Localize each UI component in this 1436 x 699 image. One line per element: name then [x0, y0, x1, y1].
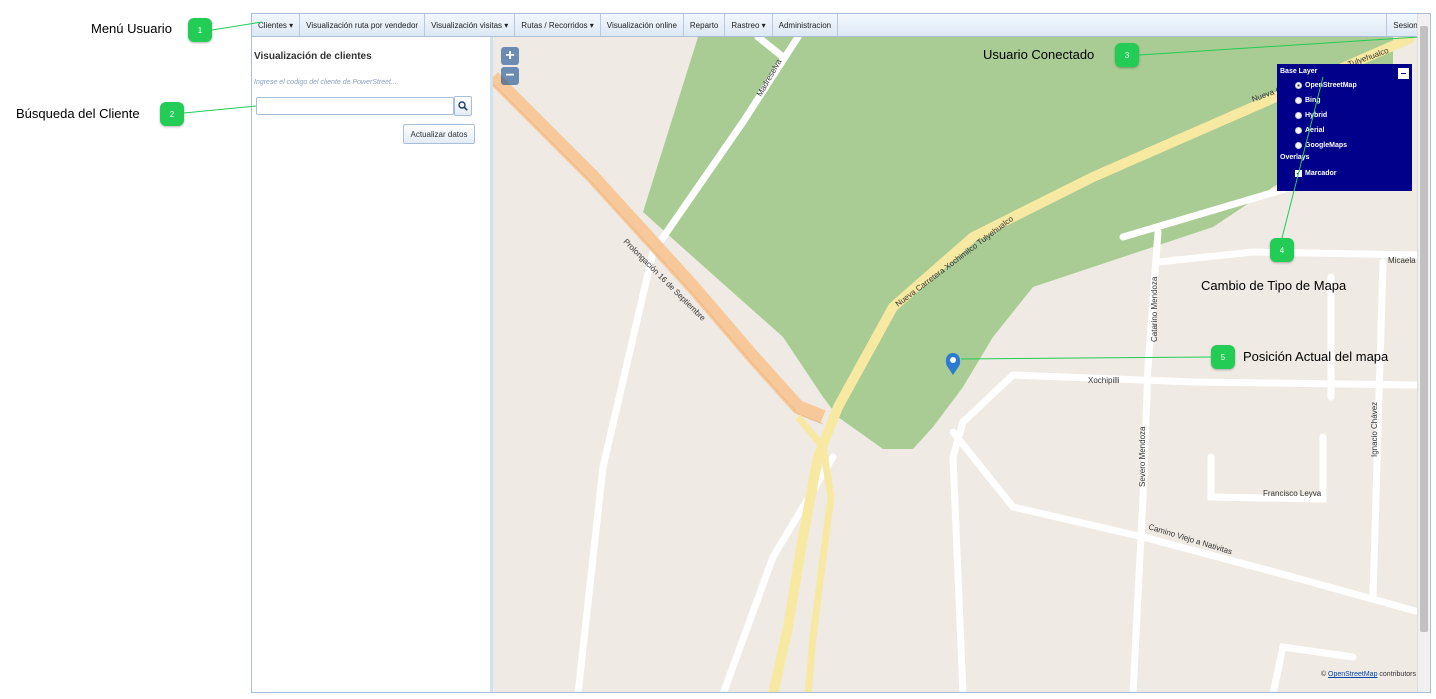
road-loop-left: [949, 371, 1017, 692]
label-xochipilli: Xochipilli: [1088, 376, 1120, 385]
road-bottom: [1269, 643, 1357, 692]
layer-label: Bing: [1305, 97, 1321, 104]
layer-label: GoogleMaps: [1305, 142, 1348, 149]
callout-badge-3: 3: [1115, 43, 1139, 67]
radio-icon[interactable]: [1295, 97, 1302, 104]
menu-ruta-vendedor[interactable]: Visualización ruta por vendedor: [300, 14, 426, 36]
layer-option-googlemaps[interactable]: GoogleMaps: [1295, 142, 1347, 149]
layer-option-bing[interactable]: Bing: [1295, 97, 1321, 104]
client-search-input[interactable]: [256, 97, 454, 115]
layer-option-aerial[interactable]: Aerial: [1295, 127, 1324, 134]
callout-menu-usuario: Menú Usuario: [91, 21, 172, 36]
layer-switcher: Base Layer OpenStreetMap Bing Hybrid Aer…: [1277, 64, 1412, 191]
road-xochipilli: [1009, 371, 1418, 389]
base-layer-title: Base Layer: [1280, 68, 1318, 75]
menu-rastreo[interactable]: Rastreo ▾: [725, 14, 773, 36]
zoom-out-button[interactable]: −: [501, 67, 519, 85]
radio-icon[interactable]: [1295, 112, 1302, 119]
search-hint: Ingrese el codigo del cliente de PowerSt…: [254, 79, 397, 86]
label-ignacio: Ignacio Chávez: [1370, 402, 1379, 457]
zoom-in-button[interactable]: +: [501, 47, 519, 65]
layer-label: Aerial: [1305, 127, 1325, 134]
callout-badge-4: 4: [1270, 238, 1294, 262]
layer-option-openstreetmap[interactable]: OpenStreetMap: [1295, 82, 1357, 89]
layer-label: OpenStreetMap: [1305, 82, 1357, 89]
overlays-title: Overlays: [1280, 154, 1310, 161]
menu-rutas-recorridos[interactable]: Rutas / Recorridos ▾: [515, 14, 601, 36]
menu-administracion[interactable]: Administracion: [773, 14, 839, 36]
callout-usuario-conectado: Usuario Conectado: [983, 47, 1095, 62]
callout-posicion-mapa: Posición Actual del mapa: [1243, 349, 1389, 364]
search-button[interactable]: [454, 96, 472, 116]
label-catarino: Catarino Mendoza: [1150, 276, 1159, 342]
radio-icon[interactable]: [1295, 127, 1302, 134]
search-icon: [458, 101, 468, 111]
app-window: Clientes ▾ Visualización ruta por vended…: [251, 13, 1431, 693]
menu-visualizacion-online[interactable]: Visualización online: [601, 14, 684, 36]
vertical-scrollbar[interactable]: [1417, 14, 1430, 692]
sidebar: Visualización de clientes Ingrese el cod…: [252, 37, 491, 692]
minimize-icon[interactable]: [1398, 68, 1409, 79]
refresh-button[interactable]: Actualizar datos: [403, 124, 475, 144]
layer-option-hybrid[interactable]: Hybrid: [1295, 112, 1327, 119]
menu-spacer: [838, 14, 1386, 36]
main-menu: Clientes ▾ Visualización ruta por vended…: [252, 14, 1430, 37]
label-micaela: Micaela: [1388, 256, 1416, 265]
overlay-label: Marcador: [1305, 170, 1337, 177]
menu-clientes[interactable]: Clientes ▾: [252, 14, 301, 36]
label-severo: Severo Mendoza: [1138, 426, 1147, 487]
callout-cambio-mapa: Cambio de Tipo de Mapa: [1201, 278, 1347, 293]
sidebar-title: Visualización de clientes: [254, 51, 372, 62]
callout-badge-5: 5: [1211, 345, 1235, 369]
road-camino-viejo: [949, 428, 1418, 616]
layer-label: Hybrid: [1305, 112, 1328, 119]
overlay-marcador[interactable]: ✓ Marcador: [1295, 170, 1337, 177]
map-attribution: © OpenStreetMap contributors: [1321, 671, 1416, 678]
label-francisco: Francisco Leyva: [1263, 489, 1322, 498]
radio-icon[interactable]: [1295, 142, 1302, 149]
attribution-suffix: contributors: [1377, 671, 1416, 678]
callout-badge-1: 1: [188, 18, 212, 42]
osm-link[interactable]: OpenStreetMap: [1328, 671, 1377, 678]
attribution-prefix: ©: [1320, 671, 1329, 678]
radio-selected-icon[interactable]: [1295, 82, 1302, 89]
callout-badge-2: 2: [160, 102, 184, 126]
callout-busqueda-cliente: Búsqueda del Cliente: [16, 106, 140, 121]
checkbox-checked-icon[interactable]: ✓: [1295, 170, 1302, 177]
menu-visualizacion-visitas[interactable]: Visualización visitas ▾: [425, 14, 516, 36]
scrollbar-thumb[interactable]: [1420, 26, 1428, 632]
map-view[interactable]: Madreselva Nueva Carretera Xochimilco Tu…: [493, 37, 1418, 692]
menu-reparto[interactable]: Reparto: [684, 14, 726, 36]
